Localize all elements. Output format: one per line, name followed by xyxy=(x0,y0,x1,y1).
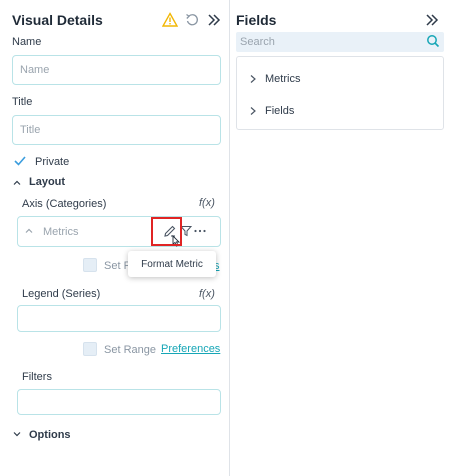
axis-set-range-checkbox[interactable] xyxy=(83,258,97,272)
name-input[interactable]: Name xyxy=(12,55,221,85)
fields-tree: Metrics Fields xyxy=(236,56,444,130)
title-label: Title xyxy=(12,96,33,108)
tree-item-metrics-label: Metrics xyxy=(265,73,301,85)
tree-item-metrics[interactable]: Metrics xyxy=(249,73,300,85)
options-section-label[interactable]: Options xyxy=(29,429,71,441)
fields-title: Fields xyxy=(236,12,277,28)
warning-icon[interactable] xyxy=(162,12,178,28)
chevron-down-icon[interactable] xyxy=(12,429,22,439)
fields-search-input[interactable]: Search xyxy=(236,32,444,52)
more-options-icon[interactable] xyxy=(193,226,207,236)
chevron-up-icon[interactable] xyxy=(24,226,34,236)
filters-drop-zone[interactable] xyxy=(17,389,221,415)
legend-set-range-checkbox[interactable] xyxy=(83,342,97,356)
collapse-fields-icon[interactable] xyxy=(424,12,440,28)
chevron-right-icon xyxy=(250,107,256,115)
filters-label: Filters xyxy=(22,371,52,383)
edit-highlight-box xyxy=(151,217,182,246)
format-metric-tooltip: Format Metric xyxy=(128,251,216,277)
search-placeholder: Search xyxy=(240,36,275,48)
legend-preferences-link[interactable]: Preferences xyxy=(161,343,220,355)
axis-label: Axis (Categories) xyxy=(22,198,107,210)
name-placeholder: Name xyxy=(20,64,50,76)
title-placeholder: Title xyxy=(20,124,41,136)
axis-metrics-item[interactable]: Metrics xyxy=(43,226,78,238)
legend-drop-zone[interactable] xyxy=(17,305,221,332)
layout-section-label[interactable]: Layout xyxy=(29,176,65,188)
visual-details-title: Visual Details xyxy=(12,12,103,28)
tree-item-fields[interactable]: Fields xyxy=(249,105,294,117)
chevron-right-icon xyxy=(250,75,256,83)
legend-fx-icon[interactable]: f(x) xyxy=(199,288,215,300)
search-icon[interactable] xyxy=(426,34,440,48)
tree-item-fields-label: Fields xyxy=(265,105,295,117)
axis-fx-icon[interactable]: f(x) xyxy=(199,197,215,209)
undo-icon[interactable] xyxy=(184,12,200,28)
collapse-panel-icon[interactable] xyxy=(206,12,222,28)
legend-label: Legend (Series) xyxy=(22,288,101,300)
legend-set-range-label: Set Range xyxy=(104,344,156,356)
chevron-up-icon[interactable] xyxy=(12,178,22,188)
title-input[interactable]: Title xyxy=(12,115,221,145)
private-label: Private xyxy=(35,156,70,168)
name-label: Name xyxy=(12,36,42,48)
private-check-icon[interactable] xyxy=(13,154,27,168)
visual-details-panel: Visual Details Name Name Title Title Pri… xyxy=(0,0,230,476)
